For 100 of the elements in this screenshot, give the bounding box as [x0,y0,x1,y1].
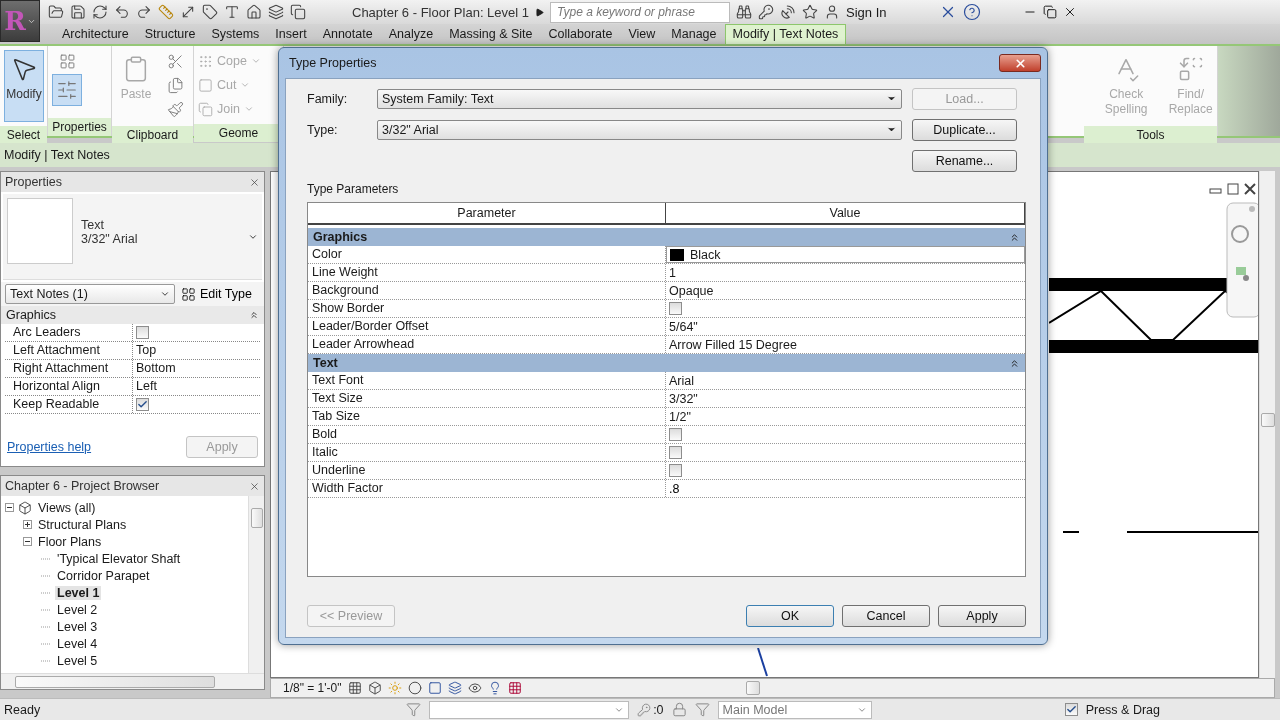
parameter-value[interactable]: 3/32" [666,390,1025,407]
scrollbar[interactable] [1,673,264,689]
parameter-value[interactable]: 5/64" [666,318,1025,335]
tree-item[interactable]: Level 2 [55,603,100,618]
filter-dropdown[interactable]: Text Notes (1) [5,284,175,304]
group-header[interactable]: Graphics [1,306,264,324]
windows-icon[interactable] [290,4,306,20]
properties-help-link[interactable]: Properties help [7,440,92,454]
house-icon[interactable] [246,4,262,20]
property-name: Arc Leaders [5,324,133,341]
ribbon-tab[interactable]: Analyze [380,24,442,44]
undo-icon[interactable] [114,4,130,20]
tag-icon[interactable] [202,4,218,20]
value-input[interactable]: .8 [669,481,1025,496]
parameter-name: Tab Size [308,408,666,425]
tree-item[interactable]: Views (all) [36,500,98,515]
arrow-icon[interactable] [535,7,545,17]
type-dropdown[interactable]: System Family: Text [377,88,902,109]
sync-icon[interactable] [92,4,108,20]
open-folder-icon[interactable] [48,4,64,20]
sign-in-link[interactable]: Sign In [846,4,887,20]
tree-item[interactable]: Level 1 [55,586,102,600]
search-field[interactable]: Type a keyword or phrase [550,1,731,23]
navigation-bar-icon[interactable] [1226,202,1258,320]
tree-line [41,574,51,577]
ribbon-tab[interactable]: Insert [267,24,315,44]
scrollbar[interactable] [1259,171,1275,678]
parameter-name: Bold [308,426,666,443]
save-icon[interactable] [70,4,86,20]
panel-title: Clipboard [112,126,193,144]
type-dropdown[interactable]: 3/32" Arial [377,119,902,140]
ribbon-tab[interactable]: View [620,24,664,44]
group-header[interactable]: Graphics [308,228,1025,246]
workset-field[interactable] [429,700,630,719]
field-label: Type: [307,122,339,137]
tree-item[interactable]: Floor Plans [36,534,104,549]
checkbox[interactable] [669,428,682,441]
text-icon[interactable] [224,4,240,20]
checkbox[interactable] [136,326,149,339]
close-button[interactable] [999,54,1041,72]
ribbon-tab[interactable]: Manage [663,24,725,44]
tree-line [41,643,51,646]
group-header[interactable]: Text [308,354,1025,372]
ribbon-tab[interactable]: Structure [136,24,204,44]
ribbon-tab[interactable]: Massing & Site [441,24,541,44]
caret-icon [248,232,258,242]
satellite-dish-icon[interactable] [780,4,797,20]
type-selector[interactable]: Text 3/32" Arial [3,194,262,280]
collapse-icon[interactable] [5,503,14,513]
window-controls-icon[interactable] [1209,182,1257,196]
property-value[interactable]: Top [133,342,260,359]
help-icon[interactable] [962,3,981,21]
checkbox[interactable] [669,464,682,477]
parameter-value[interactable]: Arial [666,372,1025,389]
checkbox[interactable] [1064,703,1078,716]
edit-type-button[interactable]: Edit Type [181,286,252,302]
tree-item[interactable]: Level 3 [55,620,100,635]
property-value[interactable]: Bottom [133,360,260,377]
property-name: Keep Readable [5,396,133,413]
dialog-button[interactable]: Apply [938,605,1026,627]
dialog-button[interactable]: OK [746,605,834,627]
parameter-value[interactable]: 1/2" [666,408,1025,425]
tree-item[interactable]: Level 5 [55,654,100,669]
view-scale[interactable]: 1/8" = 1'-0" [283,681,342,695]
binoculars-icon[interactable] [736,4,753,20]
tree-item[interactable]: Corridor Parapet [55,568,152,583]
tree-item[interactable]: Structural Plans [36,517,129,532]
property-value[interactable]: Left [133,378,260,395]
tree-item[interactable]: 'Typical Elevator Shaft [55,551,183,566]
design-option-field[interactable]: Main Model [717,700,872,719]
parameter-value[interactable]: Opaque [666,282,1025,299]
restore-icon[interactable] [1042,5,1057,19]
ribbon-tab[interactable]: Collaborate [540,24,621,44]
dialog-button[interactable]: Duplicate... [912,118,1017,141]
ribbon-tab[interactable]: Annotate [314,24,381,44]
ruler-icon[interactable] [158,4,174,20]
tree-item[interactable]: Level 4 [55,637,100,652]
parameter-value[interactable]: Arrow Filled 15 Degree [666,336,1025,353]
ribbon-tab[interactable]: Systems [203,24,268,44]
scrollbar[interactable] [248,496,264,673]
ribbon-tab[interactable]: Modify | Text Notes [724,24,847,44]
ribbon-button[interactable]: Modify [4,50,44,122]
dialog-button[interactable]: Cancel [842,605,930,627]
copy-icon [166,76,184,94]
collapse-icon [1009,231,1020,243]
dialog-button[interactable]: Rename... [912,149,1017,172]
properties-button[interactable] [52,74,82,106]
expand-icon[interactable] [23,520,32,530]
checkbox[interactable] [669,446,682,459]
star-icon[interactable] [802,4,819,20]
key-icon[interactable] [758,4,775,20]
ribbon-tab[interactable]: Architecture [54,24,137,44]
diagonal-arrow-icon[interactable] [180,4,196,20]
redo-icon[interactable] [136,4,152,20]
checkbox[interactable] [669,302,682,315]
color-value[interactable]: Black [666,246,1025,263]
checkbox[interactable] [136,398,149,411]
layers-icon[interactable] [268,4,284,20]
collapse-icon[interactable] [23,537,32,547]
parameter-value[interactable]: 1 [666,264,1025,281]
